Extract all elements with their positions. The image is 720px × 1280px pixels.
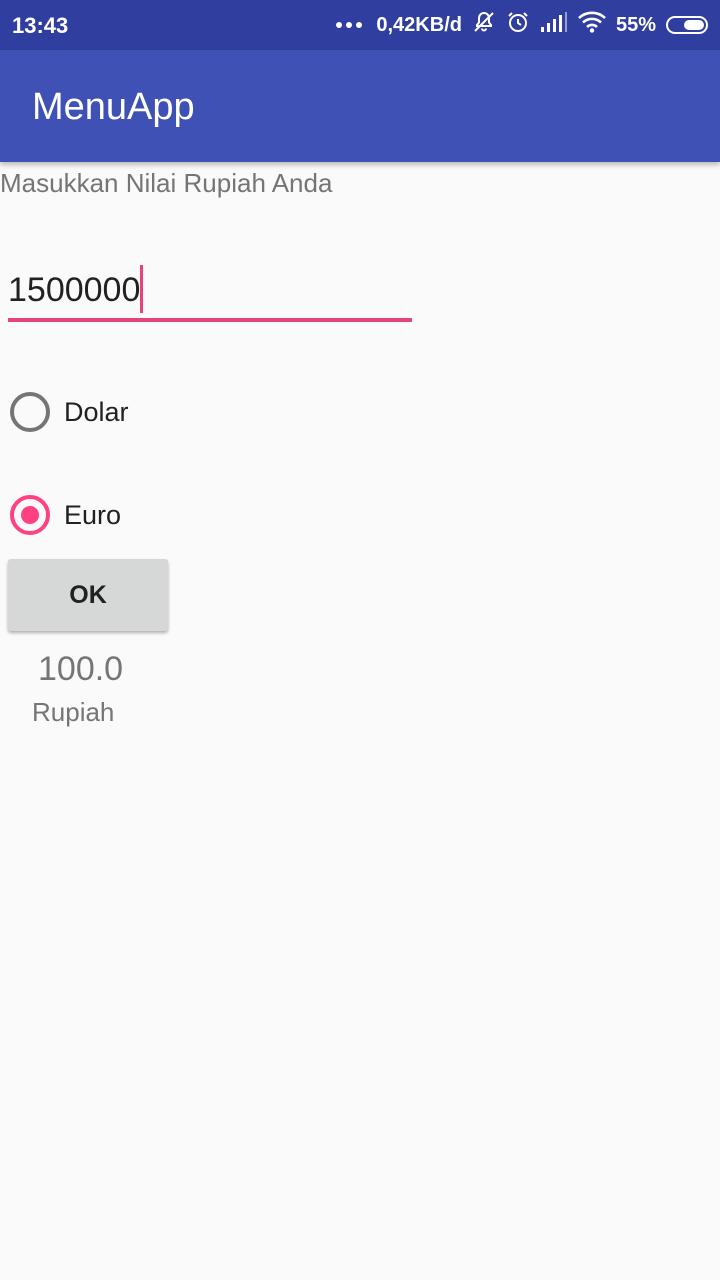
status-bar: 13:43 0,42KB/d 55%: [0, 0, 720, 50]
amount-input[interactable]: 1500000: [8, 264, 412, 322]
result-unit: Rupiah: [32, 697, 115, 727]
battery-icon: [666, 16, 708, 34]
amount-input-value: 1500000: [8, 271, 141, 309]
result-value: 100.0: [38, 650, 124, 688]
app-title: MenuApp: [32, 86, 195, 128]
radio-option-dolar[interactable]: Dolar: [10, 392, 129, 432]
radio-label-dolar: Dolar: [64, 396, 129, 427]
status-time: 13:43: [12, 13, 69, 38]
alarm-icon: [506, 10, 530, 40]
network-speed: 0,42KB/d: [376, 13, 462, 36]
radio-button-dolar[interactable]: [10, 392, 50, 432]
radio-label-euro: Euro: [64, 499, 122, 530]
app-screen: 13:43 0,42KB/d 55% MenuApp Masukkan Nila…: [0, 0, 720, 1280]
signal-icon: [540, 11, 568, 39]
radio-button-euro[interactable]: [10, 495, 50, 535]
text-caret: [140, 265, 144, 314]
more-dots-icon: [336, 22, 363, 28]
ok-button-label: OK: [69, 580, 107, 609]
app-bar: MenuApp: [0, 50, 720, 162]
wifi-icon: [578, 11, 606, 39]
radio-option-euro[interactable]: Euro: [10, 495, 121, 535]
ok-button[interactable]: OK: [8, 559, 168, 631]
silent-bell-icon: [472, 10, 496, 40]
prompt-label: Masukkan Nilai Rupiah Anda: [0, 168, 333, 198]
status-icons: 0,42KB/d 55%: [336, 8, 708, 42]
battery-percent: 55%: [615, 13, 656, 36]
